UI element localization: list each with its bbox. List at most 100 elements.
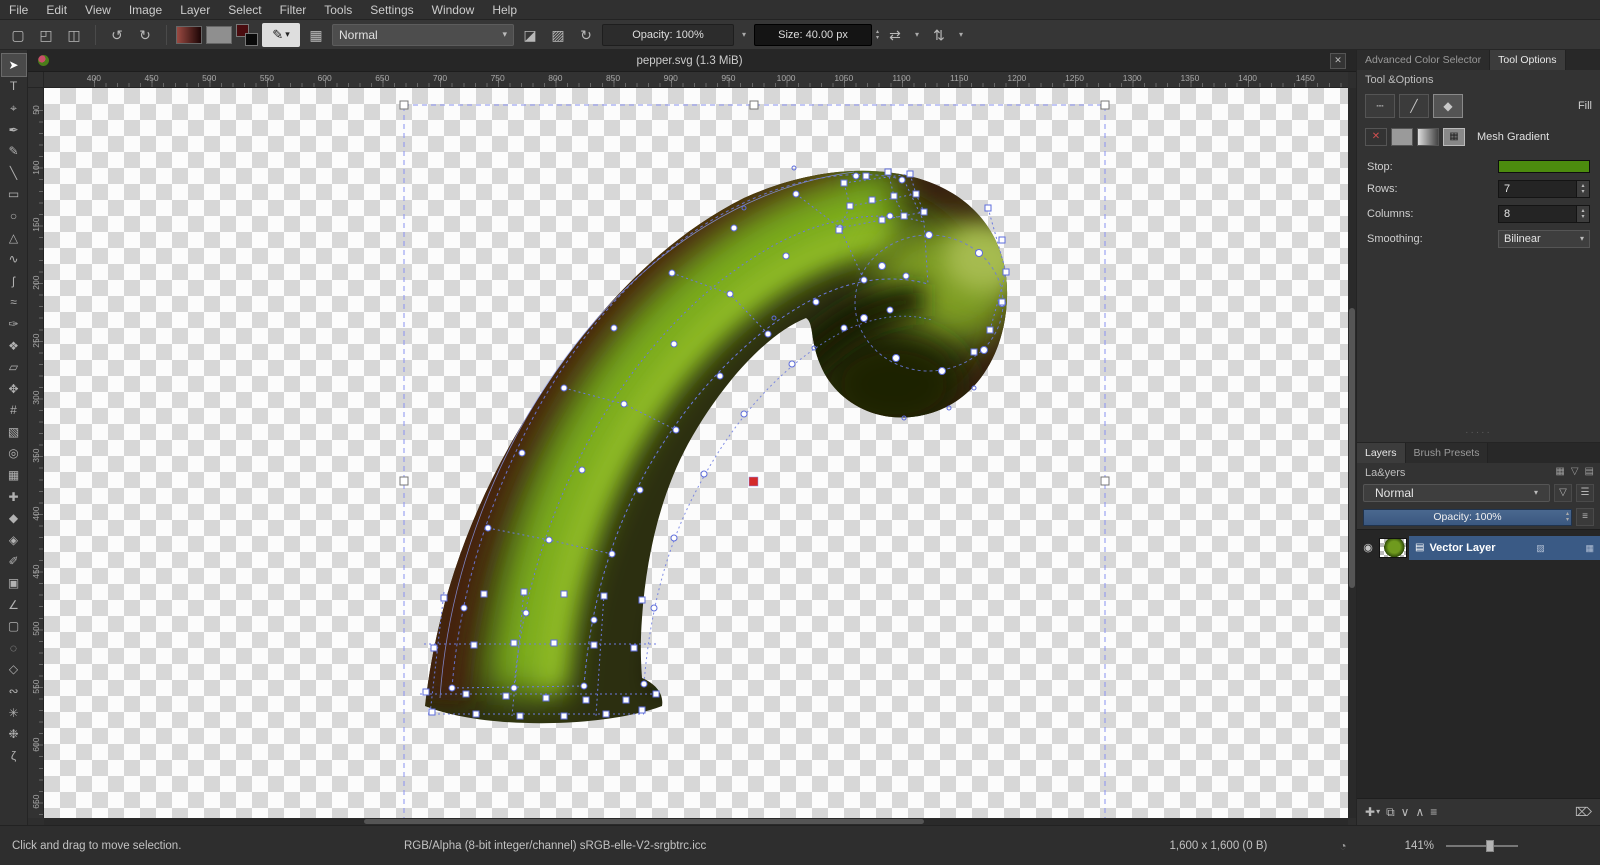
toolbox-tool[interactable]: # xyxy=(2,400,26,422)
toolbox-tool[interactable]: ○ xyxy=(2,205,26,227)
menu-item[interactable]: Image xyxy=(120,0,171,20)
duplicate-layer-button[interactable]: ⧉ xyxy=(1386,806,1395,818)
tab-layers[interactable]: Layers xyxy=(1357,443,1406,463)
toolbox-tool[interactable]: ≈ xyxy=(2,292,26,314)
horizontal-scrollbar[interactable] xyxy=(44,818,1348,825)
new-document-button[interactable]: ▢ xyxy=(6,23,30,47)
fill-mesh-gradient-button[interactable]: ▦ xyxy=(1443,128,1465,146)
toolbox-tool[interactable]: ╲ xyxy=(2,162,26,184)
layer-properties-button[interactable]: ≡ xyxy=(1430,806,1437,818)
menu-item[interactable]: Tools xyxy=(315,0,361,20)
toolbox-tool[interactable]: ◌ xyxy=(2,637,26,659)
columns-spinbox[interactable]: 8 ▴▾ xyxy=(1498,205,1590,223)
smoothing-combo[interactable]: Bilinear ▾ xyxy=(1498,230,1590,248)
reload-preset-button[interactable]: ↻ xyxy=(574,23,598,47)
menu-item[interactable]: Select xyxy=(219,0,270,20)
layer-list[interactable]: ◉ ▤ Vector Layer ▨ ▦ xyxy=(1357,529,1600,799)
preserve-alpha-toggle-button[interactable]: ▨ xyxy=(546,23,570,47)
toolbox-tool[interactable]: T xyxy=(2,76,26,98)
toolbox-tool[interactable]: ▧ xyxy=(2,421,26,443)
scrollbar-handle[interactable] xyxy=(1349,308,1355,588)
menu-item[interactable]: Settings xyxy=(361,0,422,20)
rows-spinbox[interactable]: 7 ▴▾ xyxy=(1498,180,1590,198)
fill-solid-button[interactable] xyxy=(1391,128,1413,146)
docker-resize-handle[interactable]: ····· xyxy=(1357,423,1600,442)
menu-item[interactable]: Help xyxy=(483,0,526,20)
size-slider[interactable]: Size: 40.00 px xyxy=(754,24,872,46)
fill-none-button[interactable]: ✕ xyxy=(1365,128,1387,146)
toolbox-tool[interactable]: ▦ xyxy=(2,464,26,486)
mirror-horizontal-dropdown[interactable]: ▾ xyxy=(911,24,923,46)
edit-brush-settings-button[interactable]: ✎ ▾ xyxy=(262,23,300,47)
redo-button[interactable]: ↻ xyxy=(133,23,157,47)
add-layer-button[interactable]: ✚▾ xyxy=(1365,806,1380,818)
zoom-slider-thumb[interactable] xyxy=(1486,840,1494,852)
stroke-line-button[interactable]: ╱ xyxy=(1399,94,1429,118)
menu-item[interactable]: Edit xyxy=(37,0,76,20)
toolbox-tool[interactable]: ◆ xyxy=(2,507,26,529)
background-color[interactable] xyxy=(245,33,258,46)
save-document-button[interactable]: ◫ xyxy=(62,23,86,47)
toolbox-tool[interactable]: ◎ xyxy=(2,443,26,465)
layer-view-mode-button[interactable]: ☰ xyxy=(1576,484,1594,502)
toolbox-tool[interactable]: ▭ xyxy=(2,184,26,206)
spin-arrows[interactable]: ▴▾ xyxy=(1576,181,1589,197)
mirror-horizontal-button[interactable]: ⇄ xyxy=(883,23,907,47)
layer-lock-icon[interactable]: ▦ xyxy=(1585,544,1594,553)
toolbox-tool[interactable]: ✳ xyxy=(2,702,26,724)
spin-down-icon[interactable]: ▾ xyxy=(1581,189,1584,195)
scrollbar-handle[interactable] xyxy=(364,819,924,824)
size-spinner[interactable]: ▴ ▾ xyxy=(876,29,879,41)
layer-opacity-slider[interactable]: Opacity: 100% ▴▾ xyxy=(1363,509,1572,526)
stop-color-swatch[interactable] xyxy=(1498,160,1590,173)
menu-item[interactable]: File xyxy=(0,0,37,20)
toolbox-tool[interactable]: ✒ xyxy=(2,119,26,141)
toolbox-tool[interactable]: ∠ xyxy=(2,594,26,616)
menu-item[interactable]: View xyxy=(76,0,120,20)
toolbox-tool[interactable]: ∾ xyxy=(2,680,26,702)
pattern-swatch[interactable] xyxy=(206,26,232,44)
opacity-spin-arrows[interactable]: ▴▾ xyxy=(1566,511,1569,523)
layer-visibility-eye-icon[interactable]: ◉ xyxy=(1357,543,1379,554)
toolbox-tool[interactable]: ▱ xyxy=(2,356,26,378)
layer-row-vector-layer[interactable]: ◉ ▤ Vector Layer ▨ ▦ xyxy=(1357,536,1600,560)
layer-filter-button[interactable]: ▽ xyxy=(1554,484,1572,502)
layer-options-button[interactable]: ≡ xyxy=(1576,508,1594,526)
vertical-scrollbar[interactable] xyxy=(1348,88,1356,818)
tab-advanced-color-selector[interactable]: Advanced Color Selector xyxy=(1357,50,1490,70)
toolbox-tool[interactable]: ◈ xyxy=(2,529,26,551)
move-layer-up-button[interactable]: ∧ xyxy=(1415,806,1424,818)
toolbox-tool[interactable]: ❖ xyxy=(2,335,26,357)
choose-brush-preset-button[interactable]: ▦ xyxy=(304,23,328,47)
opacity-dropdown-button[interactable]: ▾ xyxy=(738,24,750,46)
toolbox-tool[interactable]: ✎ xyxy=(2,140,26,162)
opacity-slider[interactable]: Opacity: 100% xyxy=(602,24,734,46)
spin-down-icon[interactable]: ▾ xyxy=(1581,214,1584,220)
eraser-toggle-button[interactable]: ◪ xyxy=(518,23,542,47)
menu-item[interactable]: Layer xyxy=(171,0,219,20)
open-document-button[interactable]: ◰ xyxy=(34,23,58,47)
tab-tool-options[interactable]: Tool Options xyxy=(1490,50,1565,70)
layer-grid-icon[interactable]: ▦ xyxy=(1555,467,1564,477)
toolbox-tool[interactable]: ✚ xyxy=(2,486,26,508)
zoom-slider[interactable] xyxy=(1446,839,1518,853)
delete-layer-button[interactable]: ⌦ xyxy=(1575,806,1592,818)
toolbox-tool[interactable]: ✐ xyxy=(2,551,26,573)
foreground-background-colors[interactable] xyxy=(236,24,258,46)
fill-gradient-button[interactable] xyxy=(1417,128,1439,146)
mirror-vertical-dropdown[interactable]: ▾ xyxy=(955,24,967,46)
toolbox-tool[interactable]: ζ xyxy=(2,745,26,767)
mirror-vertical-button[interactable]: ⇅ xyxy=(927,23,951,47)
close-document-button[interactable]: ✕ xyxy=(1330,53,1346,69)
spin-arrows[interactable]: ▴▾ xyxy=(1576,206,1589,222)
gradient-swatch[interactable] xyxy=(176,26,202,44)
layer-thumbnail[interactable] xyxy=(1379,538,1407,558)
tab-brush-presets[interactable]: Brush Presets xyxy=(1406,443,1489,463)
toolbox-tool[interactable]: ⌖ xyxy=(2,97,26,119)
layer-filter-funnel-icon[interactable]: ▽ xyxy=(1571,467,1579,477)
toolbox-tool[interactable]: ▢ xyxy=(2,615,26,637)
stroke-dashes-button[interactable]: ┄ xyxy=(1365,94,1395,118)
toolbox-tool[interactable]: ❉ xyxy=(2,723,26,745)
toolbox-tool[interactable]: ʃ xyxy=(2,270,26,292)
layer-blending-mode-combo[interactable]: Normal ▾ xyxy=(1363,484,1550,502)
